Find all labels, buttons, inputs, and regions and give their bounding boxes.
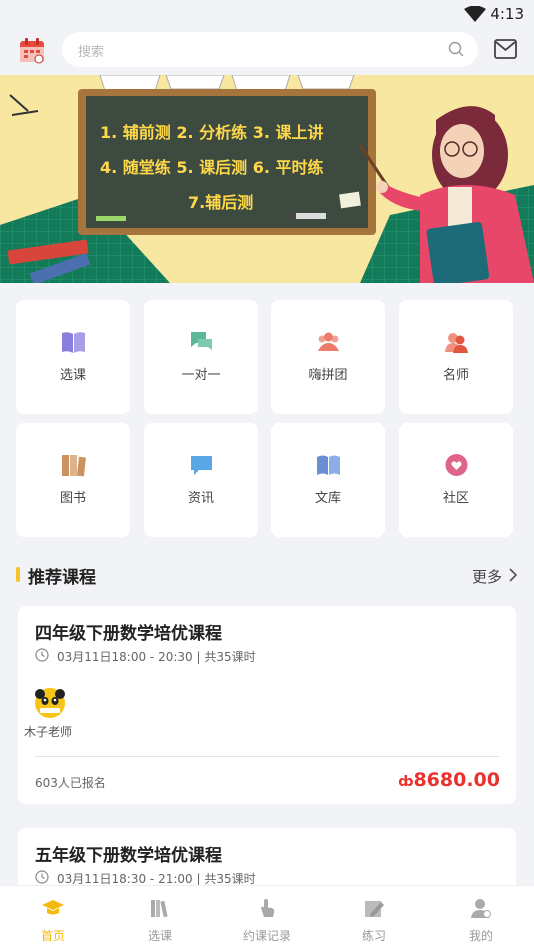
teacher-avatar[interactable]	[34, 687, 66, 719]
menu-item-books[interactable]: 图书	[16, 423, 130, 537]
menu-item-group-buy[interactable]: 嗨拼团	[271, 300, 385, 414]
user-icon	[471, 899, 491, 918]
bottom-tab-bar: 首页 选课 约课记录 练习 我的	[0, 885, 534, 949]
top-bar: 搜索	[0, 28, 534, 74]
tab-label: 练习	[361, 929, 386, 943]
tab-label: 选课	[147, 929, 172, 943]
search-bar[interactable]: 搜索	[62, 32, 478, 67]
menu-item-community[interactable]: 社区	[399, 423, 513, 537]
section-title: 推荐课程	[28, 568, 96, 588]
menu-item-label: 一对一	[181, 368, 221, 383]
calendar-icon[interactable]	[18, 36, 46, 64]
library-icon	[317, 455, 340, 475]
promo-banner[interactable]: 1. 辅前测 2. 分析练 3. 课上讲 4. 随堂练 5. 课后测 6. 平时…	[0, 75, 534, 283]
menu-item-label: 选课	[59, 368, 86, 383]
course-title: 五年级下册数学培优课程	[35, 846, 222, 866]
menu-item-label: 嗨拼团	[308, 368, 348, 383]
menu-item-one-on-one[interactable]: 一对一	[144, 300, 258, 414]
course-card[interactable]: 四年级下册数学培优课程 03月11日18:00 - 20:30 | 共35课时 …	[18, 606, 516, 804]
tab-practice[interactable]: 练习	[321, 886, 427, 949]
menu-item-label: 名师	[442, 368, 469, 383]
card-divider	[35, 756, 499, 757]
status-time: 4:13	[490, 5, 524, 23]
currency-symbol: ȸ	[398, 774, 414, 790]
group-people-icon	[318, 332, 339, 351]
recommended-section-header: 推荐课程 更多	[16, 562, 518, 588]
heart-bubble-icon	[445, 454, 468, 476]
menu-item-label: 社区	[442, 491, 469, 506]
more-link[interactable]: 更多	[472, 566, 502, 587]
chevron-right-icon[interactable]	[508, 567, 518, 583]
menu-item-label: 图书	[59, 491, 86, 506]
menu-item-label: 文库	[314, 491, 341, 506]
chat-bubbles-icon	[191, 332, 212, 350]
course-title: 四年级下册数学培优课程	[35, 624, 222, 644]
section-accent-bar	[16, 567, 20, 582]
graduation-cap-icon	[42, 900, 64, 915]
menu-item-courses[interactable]: 选课	[16, 300, 130, 414]
price-value: 8680.00	[413, 769, 500, 791]
tab-home[interactable]: 首页	[0, 886, 106, 949]
wifi-icon	[464, 6, 486, 22]
menu-item-label: 资讯	[187, 491, 214, 506]
board-line: 7.辅后测	[188, 193, 254, 212]
tab-label: 约课记录	[242, 929, 291, 943]
tab-booking-records[interactable]: 约课记录	[214, 886, 320, 949]
tab-label: 我的	[468, 929, 493, 943]
course-price: ȸ8680.00	[398, 769, 500, 791]
menu-item-teachers[interactable]: 名师	[399, 300, 513, 414]
book-open-icon	[62, 332, 85, 353]
board-line: 1. 辅前测 2. 分析练 3. 课上讲	[100, 123, 324, 142]
message-icon	[191, 456, 212, 475]
banner-board-text: 1. 辅前测 2. 分析练 3. 课上讲 4. 随堂练 5. 课后测 6. 平时…	[100, 115, 370, 220]
books-icon	[62, 455, 86, 477]
menu-item-library[interactable]: 文库	[271, 423, 385, 537]
pencil-note-icon	[365, 901, 384, 917]
clock-icon	[35, 870, 49, 884]
tab-mine[interactable]: 我的	[428, 886, 534, 949]
mail-icon[interactable]	[494, 39, 517, 59]
menu-item-news[interactable]: 资讯	[144, 423, 258, 537]
books-shelf-icon	[151, 900, 168, 918]
search-icon[interactable]	[448, 41, 464, 57]
status-bar: 4:13	[0, 0, 534, 28]
enrolled-count: 603人已报名	[35, 776, 106, 790]
teacher-name: 木子老师	[24, 725, 73, 739]
search-placeholder: 搜索	[78, 45, 105, 60]
teacher-icon	[445, 333, 468, 353]
course-time: 03月11日18:00 - 20:30 | 共35课时	[57, 650, 256, 664]
clock-icon	[35, 648, 49, 662]
hand-pointer-icon	[261, 899, 275, 917]
board-line: 4. 随堂练 5. 课后测 6. 平时练	[100, 158, 324, 177]
tab-label: 首页	[40, 929, 65, 943]
tab-courses[interactable]: 选课	[107, 886, 213, 949]
